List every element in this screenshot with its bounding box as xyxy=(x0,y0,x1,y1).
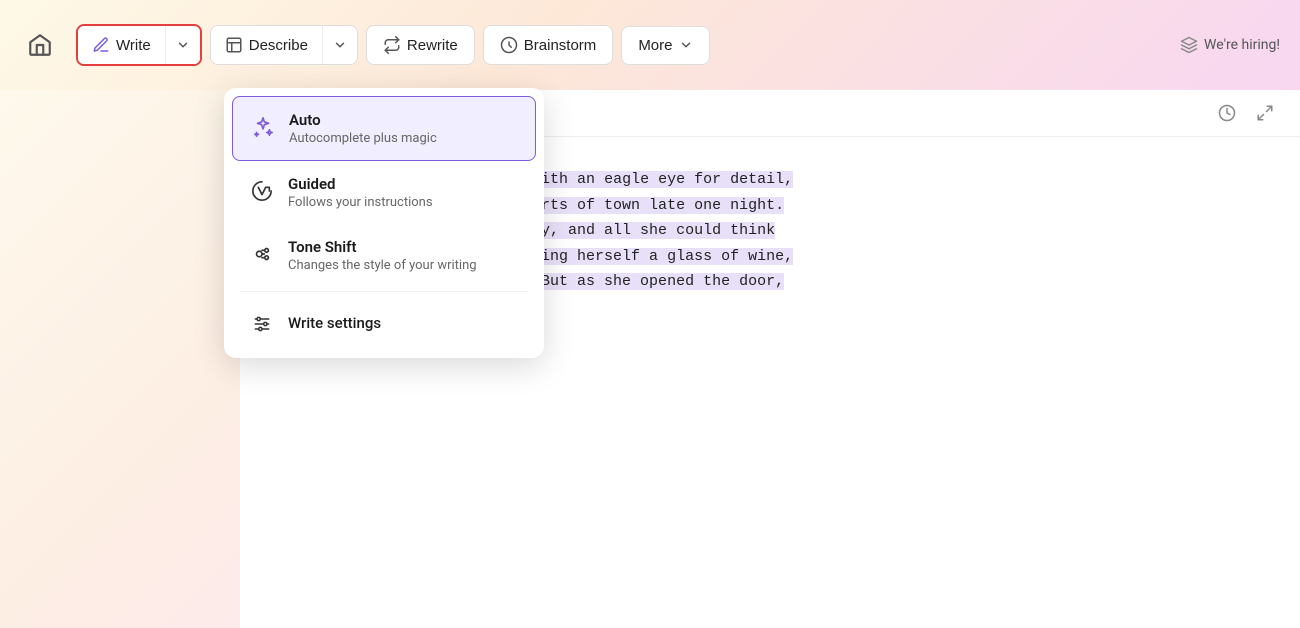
brainstorm-button[interactable]: Brainstorm xyxy=(483,25,614,65)
guided-icon xyxy=(248,177,276,205)
dropdown-item-toneshift[interactable]: Tone Shift Changes the style of your wri… xyxy=(232,224,536,287)
guided-desc: Follows your instructions xyxy=(288,195,433,210)
dropdown-item-auto[interactable]: Auto Autocomplete plus magic xyxy=(232,96,536,161)
auto-title: Auto xyxy=(289,111,437,129)
guided-title: Guided xyxy=(288,175,433,193)
toneshift-title: Tone Shift xyxy=(288,238,477,256)
dropdown-item-guided[interactable]: Guided Follows your instructions xyxy=(232,161,536,224)
describe-button-group[interactable]: Describe xyxy=(210,25,358,65)
write-chevron-button[interactable] xyxy=(165,26,200,64)
expand-icon[interactable] xyxy=(1250,100,1280,126)
toneshift-desc: Changes the style of your writing xyxy=(288,258,477,273)
home-icon[interactable] xyxy=(20,25,60,65)
dropdown-divider xyxy=(240,291,528,292)
history-icon[interactable] xyxy=(1212,100,1242,126)
more-button[interactable]: More xyxy=(621,26,709,65)
toneshift-icon xyxy=(248,240,276,268)
describe-chevron-button[interactable] xyxy=(322,26,357,64)
settings-title: Write settings xyxy=(288,314,381,332)
write-dropdown-menu: Auto Autocomplete plus magic Guided Foll… xyxy=(224,88,544,358)
write-button-group[interactable]: Write xyxy=(76,24,202,66)
hiring-link[interactable]: We're hiring! xyxy=(1180,36,1280,54)
auto-desc: Autocomplete plus magic xyxy=(289,131,437,146)
top-bar: Write Describe xyxy=(0,0,1300,90)
dropdown-settings[interactable]: Write settings xyxy=(232,296,536,350)
sidebar-left xyxy=(0,90,240,628)
describe-main-button[interactable]: Describe xyxy=(211,26,322,64)
auto-icon xyxy=(249,113,277,141)
rewrite-button[interactable]: Rewrite xyxy=(366,25,475,65)
settings-icon xyxy=(248,310,276,338)
write-main-button[interactable]: Write xyxy=(78,26,165,64)
